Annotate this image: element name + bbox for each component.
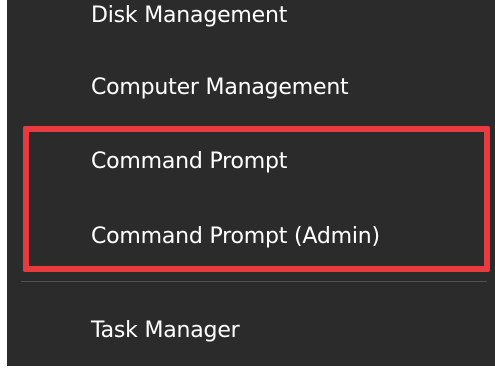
menu-separator <box>21 281 487 282</box>
power-user-context-menu: Disk Management Computer Management Comm… <box>7 0 495 366</box>
menu-item-disk-management[interactable]: Disk Management <box>7 0 495 46</box>
screenshot-frame: Disk Management Computer Management Comm… <box>0 0 495 369</box>
menu-item-command-prompt[interactable]: Command Prompt <box>7 132 495 192</box>
menu-item-command-prompt-admin[interactable]: Command Prompt (Admin) <box>7 207 495 267</box>
menu-item-task-manager[interactable]: Task Manager <box>7 301 495 361</box>
menu-item-computer-management[interactable]: Computer Management <box>7 58 495 118</box>
